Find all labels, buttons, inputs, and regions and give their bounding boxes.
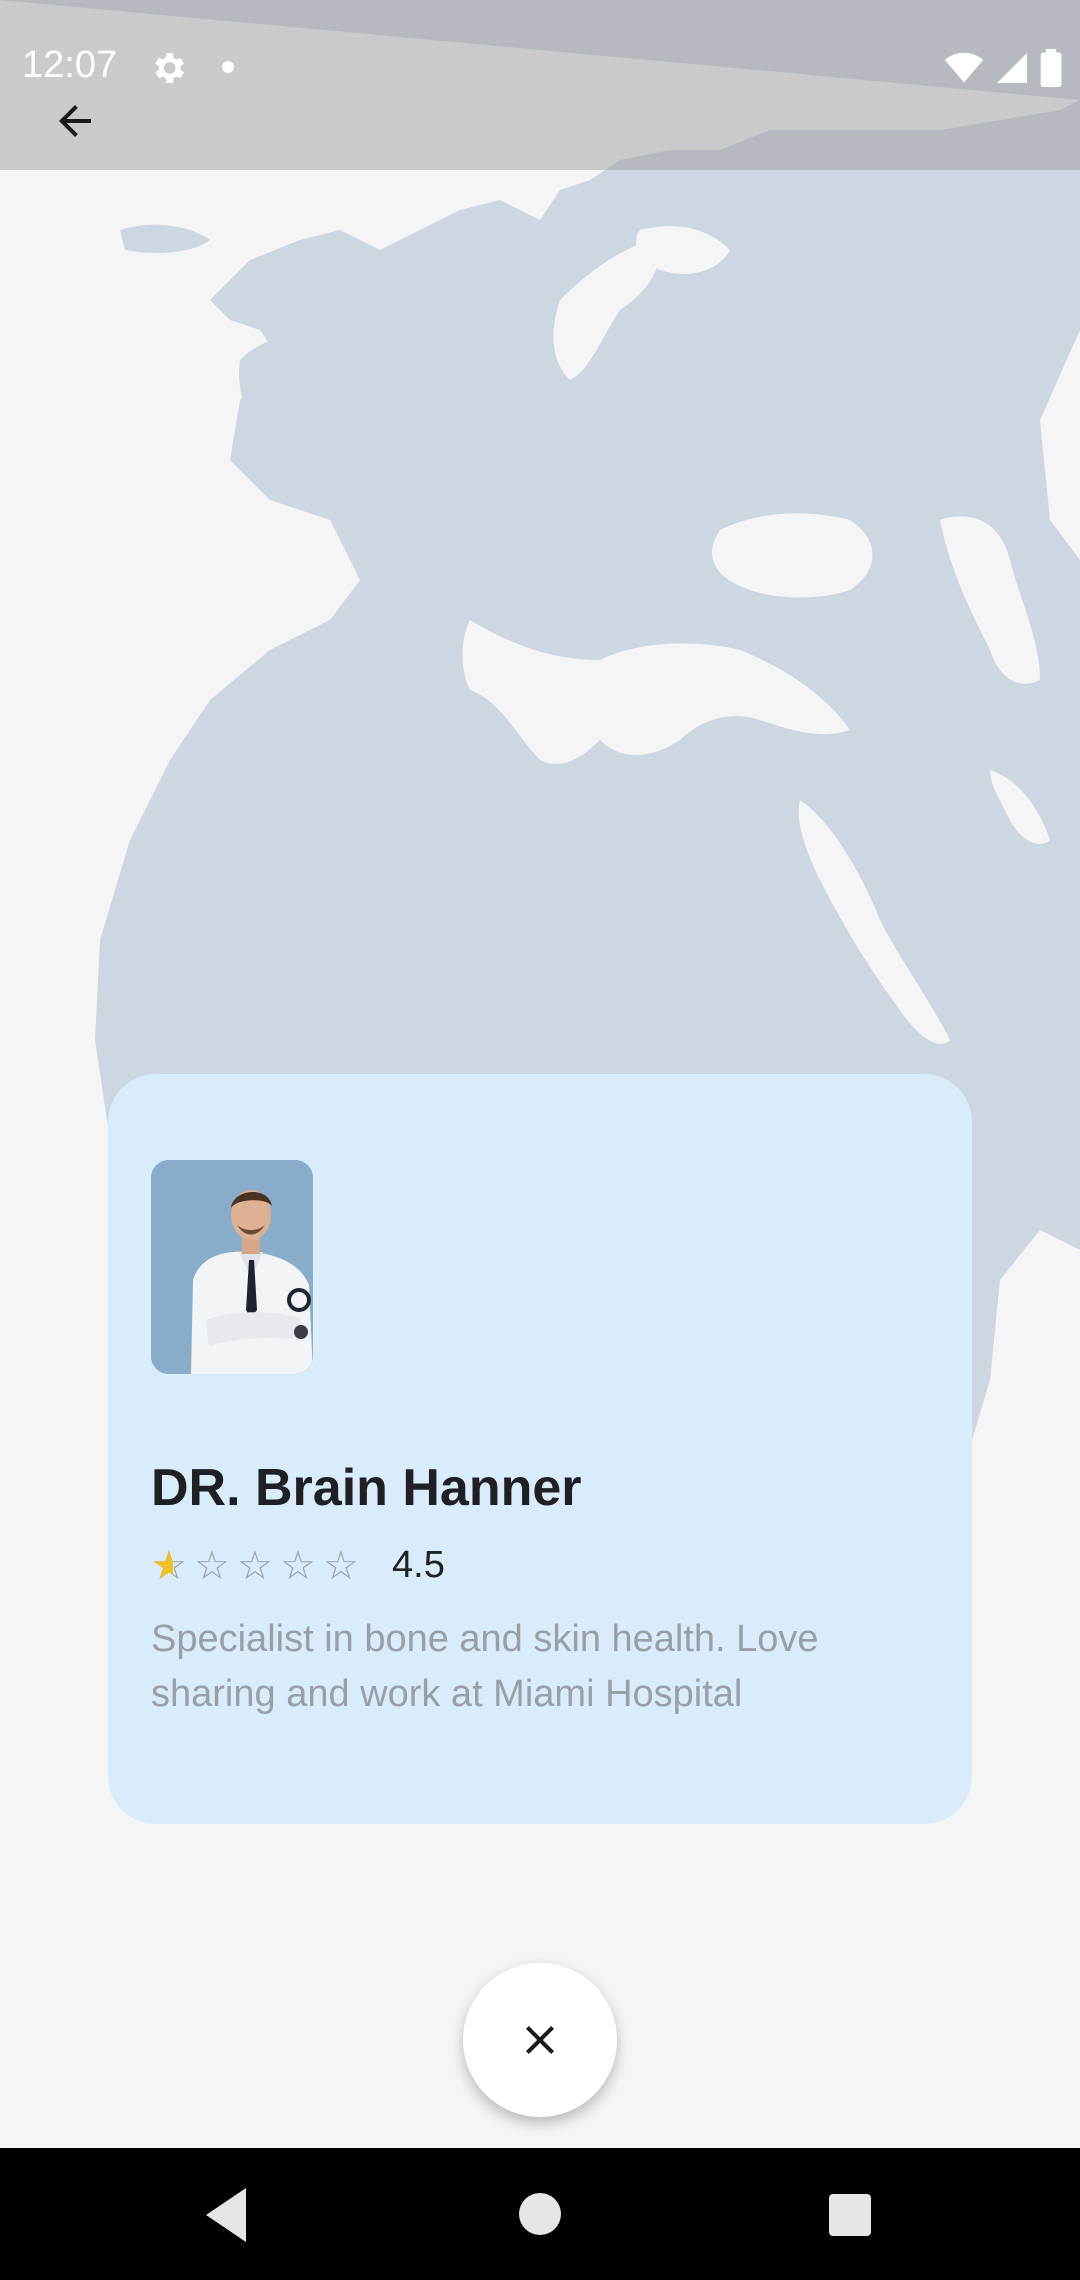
- close-button[interactable]: [463, 1963, 617, 2117]
- back-button[interactable]: [40, 86, 110, 156]
- nav-recents-icon[interactable]: [829, 2194, 871, 2236]
- nav-home-icon[interactable]: [519, 2193, 561, 2235]
- doctor-avatar: [151, 1160, 313, 1374]
- doctor-name: DR. Brain Hanner: [151, 1459, 582, 1517]
- signal-icon: [997, 53, 1027, 83]
- rating-value: 4.5: [392, 1544, 445, 1586]
- star-half-icon: ☆ ★: [151, 1543, 187, 1588]
- doctor-photo: [151, 1160, 313, 1374]
- status-time: 12:07: [22, 44, 118, 86]
- status-icons: [944, 48, 1062, 88]
- star-empty-icon: ☆: [323, 1543, 359, 1588]
- notification-dot-icon: [222, 61, 234, 73]
- nav-back-icon[interactable]: [206, 2188, 256, 2242]
- rating-row: ☆ ★ ☆ ☆ ☆ ☆ 4.5: [151, 1544, 445, 1587]
- wifi-icon: [944, 52, 984, 83]
- settings-icon: [155, 53, 184, 83]
- status-bar: 12:07: [0, 0, 1080, 170]
- star-empty-icon: ☆: [194, 1543, 230, 1588]
- arrow-back-icon: [59, 105, 91, 137]
- battery-icon: [1040, 49, 1062, 87]
- doctor-description: Specialist in bone and skin health. Love…: [151, 1618, 819, 1715]
- close-icon: [526, 2026, 554, 2054]
- star-empty-icon: ☆: [237, 1543, 273, 1588]
- star-empty-icon: ☆: [280, 1543, 316, 1588]
- doctor-card[interactable]: DR. Brain Hanner ☆ ★ ☆ ☆ ☆ ☆ 4.5 Special…: [108, 1074, 972, 1824]
- system-nav-bar: [0, 2148, 1080, 2280]
